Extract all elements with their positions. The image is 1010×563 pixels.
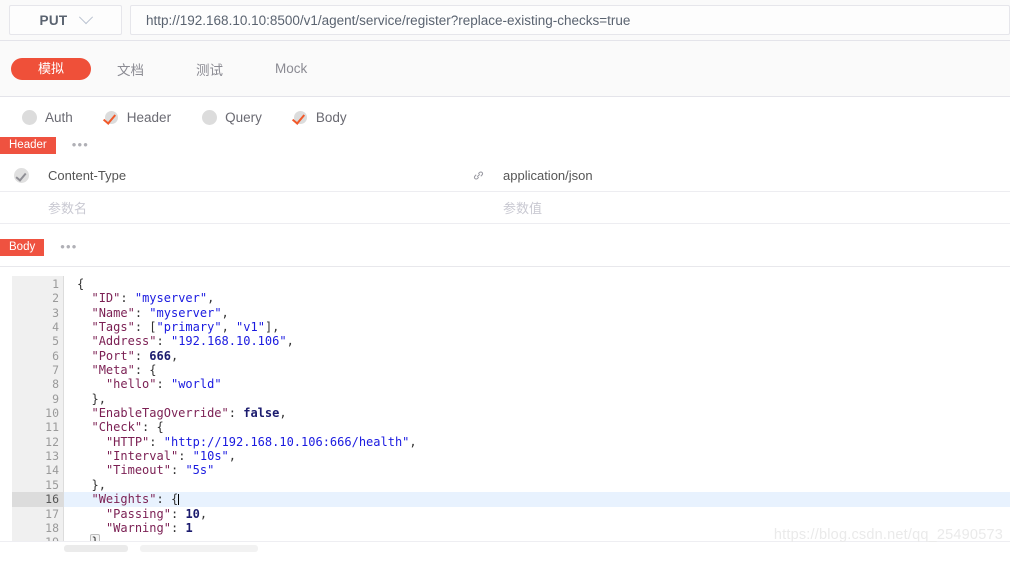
- tab-docs[interactable]: 文档: [91, 59, 170, 79]
- header-param-table: Content-Type application/json 参数名 参数值: [0, 160, 1010, 224]
- body-section-tag-row: Body •••: [0, 238, 1010, 256]
- code-line: "hello": "world": [105, 377, 222, 392]
- table-row[interactable]: 参数名 参数值: [0, 192, 1010, 224]
- editor-horizontal-scrollbar[interactable]: [64, 544, 1010, 553]
- code-line: "Passing": 10,: [105, 506, 208, 521]
- circle-icon: [202, 110, 218, 125]
- code-line: "Port": 666,: [91, 348, 179, 363]
- header-name-input-empty[interactable]: 参数名: [42, 198, 462, 217]
- gutter-line-number: 5: [52, 334, 59, 349]
- request-bar: PUT http://192.168.10.10:8500/v1/agent/s…: [0, 0, 1010, 41]
- header-row-enable-checkbox[interactable]: [0, 168, 42, 183]
- header-value-input[interactable]: application/json: [494, 168, 1010, 183]
- mode-tabs: 模拟 文档 测试 Mock: [0, 41, 1010, 97]
- header-section-tag: Header: [0, 136, 56, 154]
- gutter-line-number: 13: [45, 449, 59, 464]
- code-line: "Weights": {: [64, 492, 1010, 507]
- gutter-line-number: 8: [52, 377, 59, 392]
- json-body-editor[interactable]: 1▾234567▾891011▾1213141516▾17181920 { "I…: [12, 276, 1010, 542]
- scope-toggle-body[interactable]: Body: [293, 110, 347, 125]
- header-more-icon[interactable]: •••: [72, 138, 89, 151]
- gutter-line-number: 6: [52, 348, 59, 363]
- header-section-tag-row: Header •••: [0, 136, 1010, 154]
- scope-toggle-query[interactable]: Query: [202, 110, 262, 125]
- scrollbar-thumb[interactable]: [64, 545, 128, 552]
- body-section-tag: Body: [0, 238, 45, 256]
- gutter-line-number: 16▾: [12, 492, 71, 507]
- scope-label-query: Query: [225, 110, 262, 125]
- tab-mock[interactable]: Mock: [249, 61, 333, 76]
- table-row[interactable]: Content-Type application/json: [0, 160, 1010, 192]
- gutter-line-number: 18: [45, 520, 59, 535]
- code-line: "Interval": "10s",: [105, 449, 237, 464]
- code-line: "ID": "myserver",: [91, 291, 215, 306]
- http-method-select[interactable]: PUT: [9, 5, 122, 35]
- code-line: "Check": {: [91, 420, 164, 435]
- request-scope-row: Auth Header Query Body: [0, 99, 1010, 136]
- scope-toggle-header[interactable]: Header: [104, 110, 171, 125]
- url-input[interactable]: http://192.168.10.10:8500/v1/agent/servi…: [130, 5, 1010, 35]
- header-value-input-empty[interactable]: 参数值: [494, 198, 1010, 217]
- scrollbar-track[interactable]: [140, 545, 258, 552]
- code-line: "Name": "myserver",: [91, 305, 229, 320]
- code-line: "Timeout": "5s": [105, 463, 215, 478]
- gutter-line-number: 9: [52, 391, 59, 406]
- check-icon: [104, 110, 119, 125]
- gutter-line-number: 15: [45, 477, 59, 492]
- body-section: Body ••• 1▾234567▾891011▾1213141516▾1718…: [0, 238, 1010, 553]
- code-line: "Meta": {: [91, 363, 157, 378]
- code-line: {: [77, 277, 85, 291]
- json-body-editor-wrap: 1▾234567▾891011▾1213141516▾17181920 { "I…: [0, 266, 1010, 553]
- chevron-down-icon[interactable]: [79, 10, 94, 25]
- watermark: https://blog.csdn.net/qq_25490573: [773, 527, 1003, 543]
- code-line: },: [91, 391, 106, 406]
- body-more-icon[interactable]: •••: [60, 240, 77, 253]
- check-icon: [293, 110, 308, 125]
- text-cursor: [178, 494, 180, 506]
- tab-test[interactable]: 测试: [170, 59, 249, 79]
- gutter-line-number: 11▾: [12, 420, 71, 434]
- tab-simulate[interactable]: 模拟: [11, 57, 92, 80]
- scope-label-auth: Auth: [45, 110, 73, 125]
- code-line: },: [91, 477, 106, 492]
- code-line: "HTTP": "http://192.168.10.106:666/healt…: [105, 434, 417, 449]
- scope-label-header: Header: [126, 110, 172, 125]
- check-icon: [13, 168, 29, 183]
- gutter-line-number: 7▾: [12, 363, 71, 377]
- gutter-line-number: 14: [45, 463, 59, 478]
- editor-gutter: 1▾234567▾891011▾1213141516▾17181920: [12, 276, 71, 542]
- gutter-line-number: 3: [52, 305, 59, 320]
- gutter-line-number: 17: [45, 506, 59, 521]
- code-line: "Tags": ["primary", "v1"],: [91, 320, 280, 335]
- link-icon[interactable]: [462, 169, 494, 182]
- gutter-line-number: 4: [52, 320, 59, 335]
- http-method-label: PUT: [39, 12, 68, 28]
- gutter-line-number: 2: [52, 291, 59, 306]
- scope-toggle-auth[interactable]: Auth: [22, 110, 73, 125]
- gutter-line-number: 10: [45, 406, 59, 421]
- circle-icon: [22, 110, 37, 125]
- header-name-input[interactable]: Content-Type: [42, 168, 462, 183]
- scope-label-body: Body: [315, 110, 347, 125]
- code-line: "Address": "192.168.10.106",: [91, 334, 294, 349]
- gutter-line-number: 12: [45, 434, 59, 449]
- url-text: http://192.168.10.10:8500/v1/agent/servi…: [146, 12, 631, 28]
- editor-code-area[interactable]: { "ID": "myserver", "Name": "myserver", …: [64, 276, 1010, 542]
- gutter-line-number: 1▾: [12, 277, 71, 291]
- header-section: Header ••• Content-Type application/json…: [0, 136, 1010, 224]
- code-line: "EnableTagOverride": false,: [91, 406, 287, 421]
